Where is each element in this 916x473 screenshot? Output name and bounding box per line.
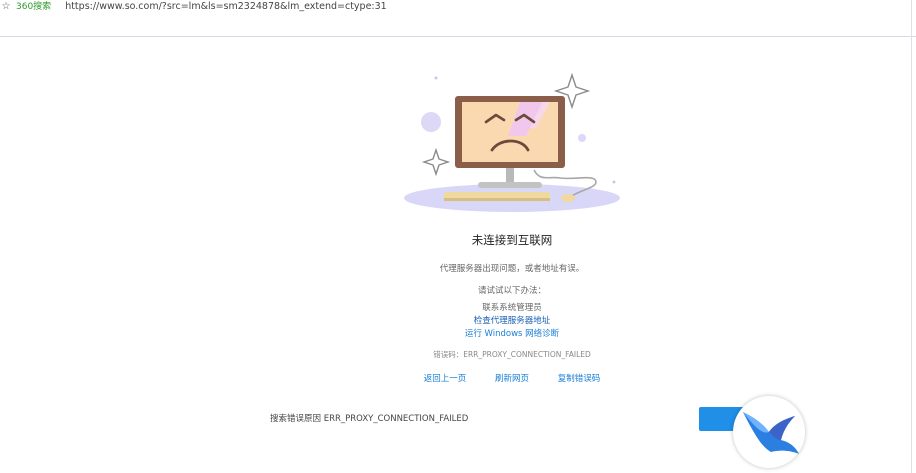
error-code-value: ERR_PROXY_CONNECTION_FAILED bbox=[463, 350, 591, 359]
page-title: 未连接到互联网 bbox=[471, 233, 553, 247]
error-description: 代理服务器出现问题，或者地址有误。 bbox=[439, 264, 585, 274]
back-link[interactable]: 返回上一页 bbox=[424, 374, 467, 384]
window-edge bbox=[911, 0, 912, 473]
suggestion-check-proxy[interactable]: 检查代理服务器地址 bbox=[0, 314, 916, 326]
star-icon[interactable]: ☆ bbox=[0, 0, 12, 14]
action-links: 返回上一页 刷新网页 复制错误码 bbox=[0, 372, 916, 384]
suggestion-contact-admin: 联系系统管理员 bbox=[482, 303, 542, 313]
search-error-reason: 搜索错误原因 ERR_PROXY_CONNECTION_FAILED bbox=[270, 414, 469, 424]
bird-logo-icon[interactable] bbox=[733, 396, 805, 468]
divider bbox=[0, 36, 916, 37]
address-bar: ☆ 360搜索 https://www.so.com/?src=lm&ls=sm… bbox=[0, 0, 916, 14]
url-text[interactable]: https://www.so.com/?src=lm&ls=sm2324878&… bbox=[65, 0, 387, 14]
refresh-link[interactable]: 刷新网页 bbox=[495, 374, 529, 384]
suggestion-run-diagnostics[interactable]: 运行 Windows 网络诊断 bbox=[0, 327, 916, 339]
suggestion-heading: 请试试以下办法： bbox=[477, 286, 546, 296]
error-code-line: 错误码：ERR_PROXY_CONNECTION_FAILED bbox=[0, 349, 916, 360]
brand-label[interactable]: 360搜索 bbox=[16, 0, 51, 14]
copy-error-link[interactable]: 复制错误码 bbox=[558, 374, 601, 384]
error-code-label: 错误码： bbox=[433, 350, 464, 359]
sad-monitor-illustration bbox=[400, 70, 630, 220]
